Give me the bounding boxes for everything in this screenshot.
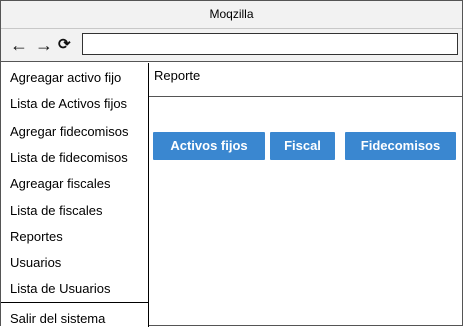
navigation-bar: ← → ⟳	[1, 29, 462, 62]
activos-fijos-button[interactable]: Activos fijos	[153, 132, 265, 160]
reload-icon[interactable]: ⟳	[58, 35, 71, 55]
browser-window: Moqzilla ← → ⟳ Agreagar activo fijo List…	[0, 0, 463, 327]
sidebar-item-agregar-fiscales[interactable]: Agreagar fiscales	[10, 176, 110, 192]
logout-menu-item[interactable]: Salir del sistema	[10, 311, 105, 327]
sidebar-item-usuarios[interactable]: Usuarios	[10, 255, 61, 271]
sidebar-item-agregar-activo-fijo[interactable]: Agreagar activo fijo	[10, 70, 121, 86]
page-title: Reporte	[154, 68, 201, 83]
sidebar-menu: Agreagar activo fijo Lista de Activos fi…	[1, 63, 149, 327]
fidecomisos-button[interactable]: Fidecomisos	[345, 132, 456, 160]
sidebar-item-reportes[interactable]: Reportes	[10, 229, 63, 245]
forward-arrow-icon[interactable]: →	[35, 35, 53, 55]
sidebar-item-agregar-fidecomisos[interactable]: Agregar fidecomisos	[10, 124, 129, 140]
sidebar-item-lista-fiscales[interactable]: Lista de fiscales	[10, 203, 103, 219]
back-arrow-icon[interactable]: ←	[10, 35, 28, 55]
sidebar-item-lista-usuarios[interactable]: Lista de Usuarios	[10, 281, 110, 297]
fiscal-button[interactable]: Fiscal	[270, 132, 335, 160]
url-input[interactable]	[82, 33, 458, 55]
content-divider	[149, 96, 463, 97]
sidebar-item-lista-fidecomisos[interactable]: Lista de fidecomisos	[10, 150, 128, 166]
window-title: Moqzilla	[1, 1, 462, 29]
sidebar-item-lista-activos-fijos[interactable]: Lista de Activos fijos	[10, 96, 127, 112]
sidebar-divider	[1, 302, 148, 303]
